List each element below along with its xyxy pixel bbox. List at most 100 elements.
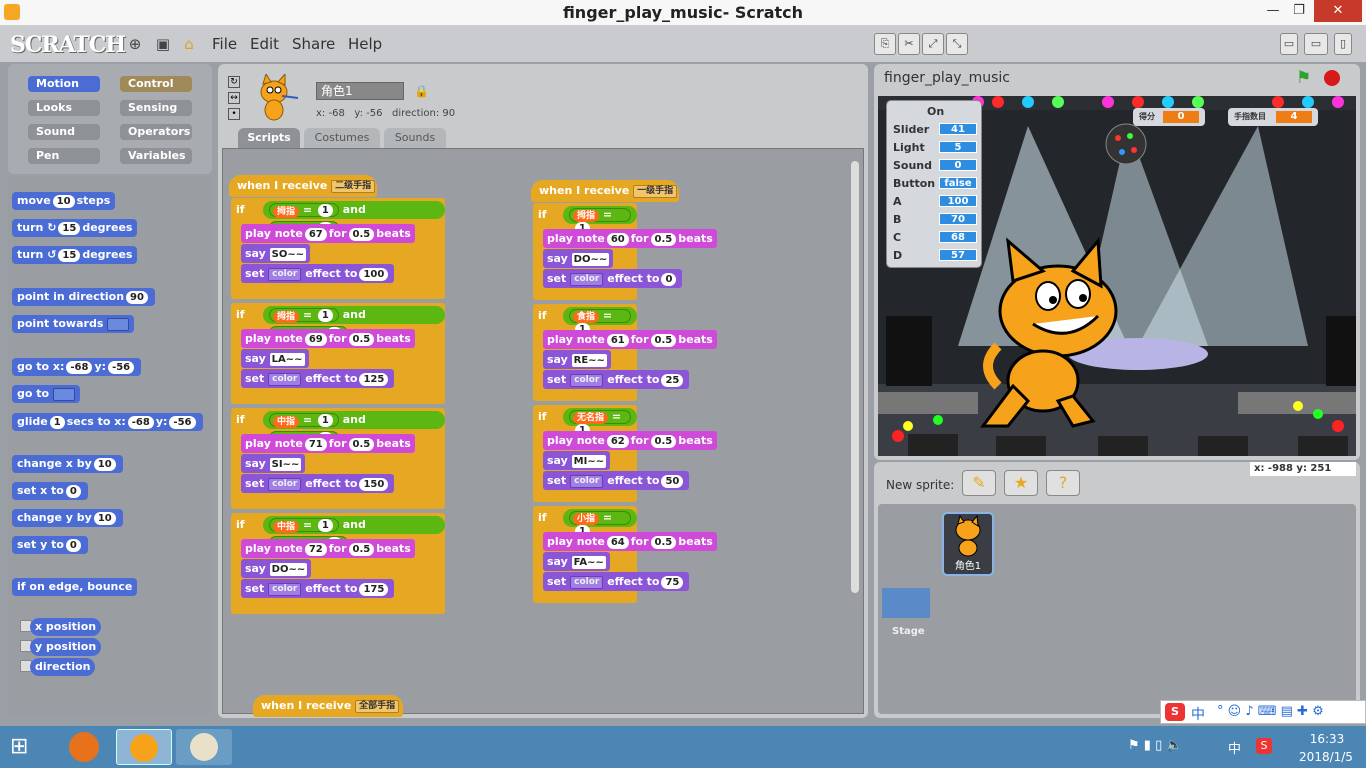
condition[interactable]: 中指 = 1 and 无名指 = 1 <box>263 516 445 551</box>
sensor-var[interactable]: 中指 <box>273 520 300 533</box>
play-note-block[interactable]: play note 61 for 0.5 beats <box>543 330 717 349</box>
condition[interactable]: 拇指 = 1 and 食指 = 1 <box>263 201 445 236</box>
say-input[interactable]: LA~~ <box>269 352 305 366</box>
note-input[interactable]: 69 <box>304 332 327 346</box>
say-input[interactable]: FA~~ <box>571 555 606 569</box>
value-input[interactable]: 1 <box>317 519 333 532</box>
if-block[interactable]: if 中指 = 1 and 食指 = 1play note71for0.5beat… <box>231 408 445 509</box>
say-block[interactable]: say MI~~ <box>543 451 611 470</box>
lock-icon[interactable]: 🔒 <box>414 84 429 98</box>
say-block[interactable]: say RE~~ <box>543 350 611 369</box>
sensor-var[interactable]: 拇指 <box>273 205 300 218</box>
block-set-x[interactable]: set x to 0 <box>12 482 88 500</box>
tray-icons[interactable]: ⚑ ▮ ▯ 🔈 <box>1128 738 1183 753</box>
sensor-var[interactable]: 中指 <box>273 415 300 428</box>
set-effect-block[interactable]: set color effect to 150 <box>241 474 395 493</box>
category-looks[interactable]: Looks <box>28 100 100 116</box>
equals-op[interactable]: 拇指 = 1 <box>569 208 631 235</box>
block-change-y[interactable]: change y by 10 <box>12 509 123 527</box>
say-input[interactable]: SO~~ <box>269 247 307 261</box>
beats-input[interactable]: 0.5 <box>650 535 677 549</box>
sprite-tile[interactable]: 角色1 <box>942 512 994 576</box>
sensor-var[interactable]: 食指 <box>573 311 600 323</box>
message-dropdown[interactable]: 二级手指 <box>331 179 376 193</box>
block-move[interactable]: move 10 steps <box>12 192 116 210</box>
if-block[interactable]: if无名指 = 1play note62for0.5beatssay MI~~s… <box>533 405 717 502</box>
beats-input[interactable]: 0.5 <box>348 227 375 241</box>
hat-when-i-receive[interactable]: when I receive 全部手指 <box>253 695 403 717</box>
tab-costumes[interactable]: Costumes <box>304 128 380 148</box>
effect-input[interactable]: 175 <box>359 582 389 596</box>
category-operators[interactable]: Operators <box>120 124 192 140</box>
block-glide[interactable]: glide 1 secs to x: -68 y: -56 <box>12 413 203 431</box>
block-goto-xy[interactable]: go to x: -68 y: -56 <box>12 358 142 376</box>
sensor-var[interactable]: 拇指 <box>273 310 300 323</box>
no-rotate-icon[interactable]: • <box>228 108 240 120</box>
clock-date[interactable]: 2018/1/5 <box>1290 750 1362 764</box>
block-dropdown[interactable] <box>107 317 130 331</box>
block-input[interactable]: 0 <box>65 538 81 552</box>
block-point-direction[interactable]: point in direction 90 <box>12 288 155 306</box>
play-note-block[interactable]: play note 72 for 0.5 beats <box>241 539 415 558</box>
maximize-button[interactable]: ❐ <box>1286 0 1312 22</box>
globe-icon[interactable]: ⊕ <box>126 35 144 53</box>
effect-dropdown[interactable]: color <box>570 575 604 589</box>
hat-when-i-receive[interactable]: when I receive 二级手指 <box>229 175 377 197</box>
block-input[interactable]: 10 <box>93 457 116 471</box>
value-input[interactable]: 1 <box>317 204 333 217</box>
set-effect-block[interactable]: set color effect to 100 <box>241 264 395 283</box>
stop-icon[interactable] <box>1324 70 1340 86</box>
message-dropdown[interactable]: 全部手指 <box>355 699 400 713</box>
effect-input[interactable]: 100 <box>359 267 389 281</box>
say-input[interactable]: DO~~ <box>571 252 610 266</box>
condition[interactable]: 中指 = 1 and 食指 = 1 <box>263 411 445 446</box>
block-input[interactable]: -68 <box>66 360 93 374</box>
say-input[interactable]: SI~~ <box>269 457 302 471</box>
beats-input[interactable]: 0.5 <box>650 434 677 448</box>
stage-canvas[interactable]: On Slider 41 Light 5 Sound 0 Button false A 100 B 7… <box>878 96 1356 456</box>
note-input[interactable]: 72 <box>304 542 327 556</box>
value-input[interactable]: 1 <box>317 414 333 427</box>
menu-help[interactable]: Help <box>348 35 382 53</box>
block-input[interactable]: 0 <box>65 484 81 498</box>
menu-file[interactable]: File <box>212 35 237 53</box>
paint-new-sprite-icon[interactable]: ✎ <box>962 470 996 496</box>
firefox-taskbar-icon[interactable] <box>56 729 112 765</box>
green-flag-icon[interactable]: ⚑ <box>1296 68 1311 88</box>
block-input[interactable]: 10 <box>93 511 116 525</box>
note-input[interactable]: 64 <box>606 535 629 549</box>
condition[interactable]: 小指 = 1 <box>563 509 637 538</box>
say-input[interactable]: MI~~ <box>571 454 607 468</box>
category-sound[interactable]: Sound <box>28 124 100 140</box>
note-input[interactable]: 61 <box>606 333 629 347</box>
condition[interactable]: 食指 = 1 <box>563 307 637 336</box>
block-goto[interactable]: go to <box>12 385 80 403</box>
small-stage-icon[interactable]: ▭ <box>1280 33 1298 55</box>
block-turn-ccw[interactable]: turn ↺ 15 degrees <box>12 246 138 264</box>
sogou-icon[interactable]: S <box>1165 703 1185 721</box>
effect-input[interactable]: 75 <box>661 575 684 589</box>
category-sensing[interactable]: Sensing <box>120 100 192 116</box>
say-block[interactable]: say LA~~ <box>241 349 309 368</box>
if-block[interactable]: if拇指 = 1play note60for0.5beatssay DO~~se… <box>533 203 717 300</box>
block-input[interactable]: 1 <box>49 415 65 429</box>
beats-input[interactable]: 0.5 <box>650 333 677 347</box>
say-block[interactable]: say DO~~ <box>543 249 614 268</box>
say-block[interactable]: say SI~~ <box>241 454 306 473</box>
scripts-canvas[interactable]: when I receive 二级手指 if拇指 = 1 and 食指 = 1p… <box>222 148 864 717</box>
paint-taskbar-icon[interactable] <box>176 729 232 765</box>
beats-input[interactable]: 0.5 <box>348 437 375 451</box>
share-icon[interactable]: ⌂ <box>180 35 198 53</box>
tab-sounds[interactable]: Sounds <box>384 128 446 148</box>
play-note-block[interactable]: play note 62 for 0.5 beats <box>543 431 717 450</box>
equals-op[interactable]: 拇指 = 1 <box>269 308 339 323</box>
category-motion[interactable]: Motion <box>28 76 100 92</box>
block-input[interactable]: 90 <box>126 290 148 304</box>
note-input[interactable]: 62 <box>606 434 629 448</box>
grow-tool-icon[interactable]: ⤢ <box>922 33 944 55</box>
block-bounce[interactable]: if on edge, bounce <box>12 578 138 596</box>
effect-dropdown[interactable]: color <box>570 474 604 488</box>
note-input[interactable]: 67 <box>304 227 327 241</box>
block-turn-cw[interactable]: turn ↻ 15 degrees <box>12 219 138 237</box>
stage-thumbnail[interactable] <box>882 588 930 618</box>
